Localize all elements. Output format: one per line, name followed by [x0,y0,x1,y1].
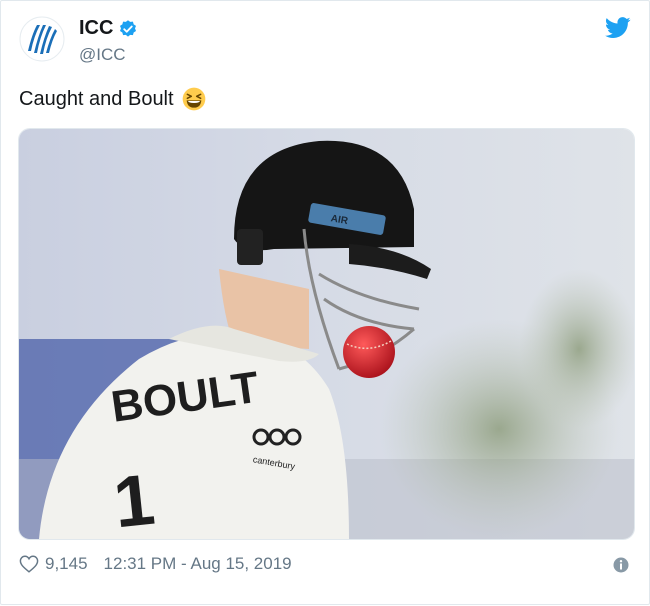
tweet-text: Caught and Boult [19,87,206,111]
jersey-number: 1 [110,460,158,539]
account-handle[interactable]: @ICC [79,45,126,65]
account-name[interactable]: ICC [79,17,113,40]
icc-logo-avatar[interactable] [19,16,65,62]
tweet-text-content: Caught and Boult [19,87,174,110]
tweet-photo[interactable]: AIR BOULT 1 canterbury [18,128,635,540]
like-count[interactable]: 9,145 [45,554,88,574]
like-heart-icon[interactable] [19,555,39,573]
cricketer-photo: AIR BOULT 1 canterbury [19,129,634,539]
info-icon[interactable] [613,557,629,573]
twitter-bird-icon[interactable] [605,17,631,39]
tweet-card: ICC @ICC Caught and Boult AIR BOULT 1 ca… [0,0,650,605]
tweet-footer: 9,145 12:31 PM - Aug 15, 2019 [19,554,292,574]
verified-badge-icon [120,19,137,37]
grinning-squinting-face-icon [182,87,205,111]
tweet-timestamp[interactable]: 12:31 PM - Aug 15, 2019 [104,554,292,574]
